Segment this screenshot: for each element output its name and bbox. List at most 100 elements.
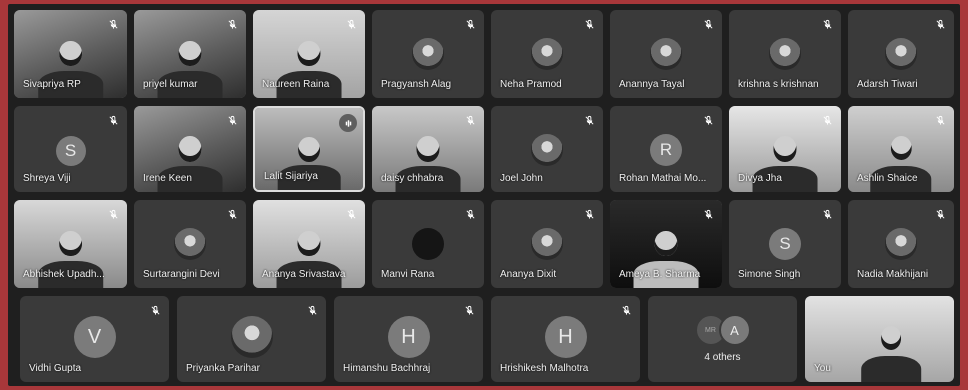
participant-name: Himanshu Bachhraj bbox=[343, 363, 431, 374]
self-view-tile[interactable]: You bbox=[805, 296, 954, 382]
avatar: A bbox=[718, 314, 751, 346]
mic-off-icon bbox=[820, 207, 834, 221]
participant-tile[interactable]: Joel John bbox=[491, 106, 603, 192]
mic-off-icon bbox=[933, 17, 947, 31]
participant-name: Hrishikesh Malhotra bbox=[500, 363, 589, 374]
avatar bbox=[230, 316, 273, 358]
others-tile[interactable]: MR A 4 others bbox=[648, 296, 797, 382]
participant-name: Anannya Tayal bbox=[619, 79, 685, 90]
participant-tile[interactable]: Neha Pramod bbox=[491, 10, 603, 98]
participant-tile[interactable]: Nadia Makhijani bbox=[848, 200, 954, 288]
mic-off-icon bbox=[106, 113, 120, 127]
avatar: V bbox=[73, 316, 116, 358]
avatar bbox=[531, 134, 563, 166]
participant-name: Adarsh Tiwari bbox=[857, 79, 918, 90]
avatar: H bbox=[387, 316, 430, 358]
participant-name: Divya Jha bbox=[738, 173, 782, 184]
participant-tile[interactable]: Ashlin Shaice bbox=[848, 106, 954, 192]
avatar bbox=[531, 228, 563, 260]
participant-name: Vidhi Gupta bbox=[29, 363, 82, 374]
mic-off-icon bbox=[305, 303, 319, 317]
participant-tile[interactable]: krishna s krishnan bbox=[729, 10, 841, 98]
mic-off-icon bbox=[463, 17, 477, 31]
participant-name: Surtarangini Devi bbox=[143, 269, 220, 280]
self-name: You bbox=[814, 363, 831, 374]
mic-off-icon bbox=[462, 303, 476, 317]
avatar bbox=[769, 38, 801, 70]
participant-video bbox=[861, 321, 922, 382]
avatar bbox=[885, 228, 917, 260]
participant-name: Manvi Rana bbox=[381, 269, 435, 280]
participant-tile[interactable]: R Rohan Mathai Mo... bbox=[610, 106, 722, 192]
avatar bbox=[412, 228, 444, 260]
avatar bbox=[174, 228, 206, 260]
mic-off-icon bbox=[619, 303, 633, 317]
mic-off-icon bbox=[701, 207, 715, 221]
participant-tile[interactable]: Divya Jha bbox=[729, 106, 841, 192]
participant-name: priyel kumar bbox=[143, 79, 198, 90]
participant-video bbox=[277, 132, 341, 190]
mic-off-icon bbox=[225, 113, 239, 127]
participant-tile[interactable]: Priyanka Parihar bbox=[177, 296, 326, 382]
others-avatars: MR A bbox=[694, 314, 751, 346]
participant-tile[interactable]: Surtarangini Devi bbox=[134, 200, 246, 288]
participant-name: Joel John bbox=[500, 173, 543, 184]
mic-off-icon bbox=[106, 207, 120, 221]
participant-tile[interactable]: S Shreya Viji bbox=[14, 106, 127, 192]
participant-tile[interactable]: Abhishek Upadh... bbox=[14, 200, 127, 288]
avatar: R bbox=[650, 134, 682, 166]
participant-tile[interactable]: H Hrishikesh Malhotra bbox=[491, 296, 640, 382]
mic-off-icon bbox=[463, 113, 477, 127]
mic-off-icon bbox=[701, 113, 715, 127]
participant-name: Sivapriya RP bbox=[23, 79, 81, 90]
avatar bbox=[885, 38, 917, 70]
participant-tile[interactable]: Anannya Tayal bbox=[610, 10, 722, 98]
mic-off-icon bbox=[225, 207, 239, 221]
mic-off-icon bbox=[933, 113, 947, 127]
participant-tile-active-speaker[interactable]: Lalit Sijariya bbox=[253, 106, 365, 192]
participant-tile[interactable]: S Simone Singh bbox=[729, 200, 841, 288]
participant-tile[interactable]: V Vidhi Gupta bbox=[20, 296, 169, 382]
mic-off-icon bbox=[701, 17, 715, 31]
participant-tile[interactable]: priyel kumar bbox=[134, 10, 246, 98]
participant-tile[interactable]: Ananya Dixit bbox=[491, 200, 603, 288]
participant-tile[interactable]: Ameya B. Sharma bbox=[610, 200, 722, 288]
mic-off-icon bbox=[582, 207, 596, 221]
participant-tile[interactable]: Naureen Raina bbox=[253, 10, 365, 98]
avatar bbox=[531, 38, 563, 70]
participant-name: Naureen Raina bbox=[262, 79, 330, 90]
participant-tile[interactable]: Sivapriya RP bbox=[14, 10, 127, 98]
mic-off-icon bbox=[820, 113, 834, 127]
participant-tile[interactable]: H Himanshu Bachhraj bbox=[334, 296, 483, 382]
avatar bbox=[650, 38, 682, 70]
participant-tile[interactable]: Ananya Srivastava bbox=[253, 200, 365, 288]
avatar bbox=[412, 38, 444, 70]
mic-off-icon bbox=[463, 207, 477, 221]
speaking-indicator-icon bbox=[339, 114, 357, 132]
participant-name: krishna s krishnan bbox=[738, 79, 819, 90]
participant-name: Ashlin Shaice bbox=[857, 173, 918, 184]
avatar: H bbox=[544, 316, 587, 358]
participant-name: Lalit Sijariya bbox=[264, 171, 318, 182]
participant-name: Irene Keen bbox=[143, 173, 192, 184]
participant-tile[interactable]: daisy chhabra bbox=[372, 106, 484, 192]
mic-off-icon bbox=[582, 17, 596, 31]
participant-name: Ananya Srivastava bbox=[262, 269, 346, 280]
participant-name: Rohan Mathai Mo... bbox=[619, 173, 707, 184]
participant-tile[interactable]: Pragyansh Alag bbox=[372, 10, 484, 98]
participant-tile[interactable]: Irene Keen bbox=[134, 106, 246, 192]
mic-off-icon bbox=[148, 303, 162, 317]
participant-name: Abhishek Upadh... bbox=[23, 269, 105, 280]
mic-off-icon bbox=[225, 17, 239, 31]
mic-off-icon bbox=[933, 207, 947, 221]
participant-name: Shreya Viji bbox=[23, 173, 71, 184]
mic-off-icon bbox=[344, 17, 358, 31]
participant-name: Pragyansh Alag bbox=[381, 79, 452, 90]
mic-off-icon bbox=[582, 113, 596, 127]
participant-name: Ameya B. Sharma bbox=[619, 269, 701, 280]
participant-tile[interactable]: Adarsh Tiwari bbox=[848, 10, 954, 98]
participant-name: Ananya Dixit bbox=[500, 269, 557, 280]
participant-name: Priyanka Parihar bbox=[186, 363, 260, 374]
participant-tile[interactable]: Manvi Rana bbox=[372, 200, 484, 288]
mic-off-icon bbox=[820, 17, 834, 31]
